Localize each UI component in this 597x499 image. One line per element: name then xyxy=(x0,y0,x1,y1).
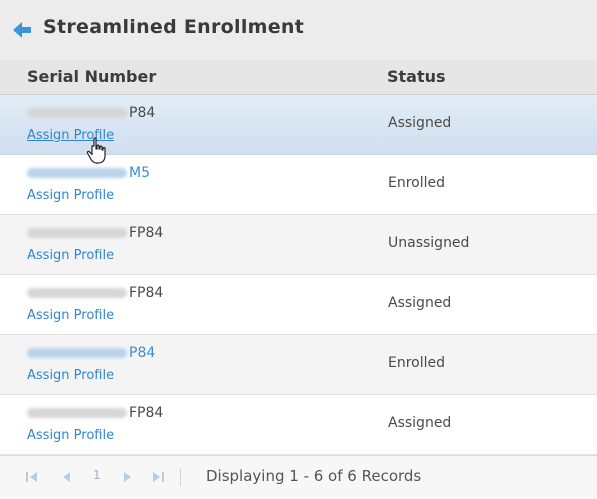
page-title: Streamlined Enrollment xyxy=(43,16,305,38)
redacted-serial xyxy=(27,347,127,358)
assign-profile-link[interactable]: Assign Profile xyxy=(27,248,114,263)
serial-number: P84 xyxy=(27,102,287,121)
pager-status-text: Displaying 1 - 6 of 6 Records xyxy=(206,467,422,485)
assign-profile-link[interactable]: Assign Profile xyxy=(27,428,114,443)
redacted-serial xyxy=(27,167,127,178)
status-cell: Assigned xyxy=(388,295,452,311)
redacted-serial xyxy=(27,227,127,238)
serial-suffix: FP84 xyxy=(129,404,164,421)
next-page-icon[interactable] xyxy=(123,470,133,484)
redacted-serial xyxy=(27,107,127,118)
serial-number: FP84 xyxy=(27,402,287,421)
redacted-serial xyxy=(27,287,127,298)
assign-profile-link[interactable]: Assign Profile xyxy=(27,308,114,323)
table-header: Serial Number Status xyxy=(0,60,597,95)
column-header-status[interactable]: Status xyxy=(387,67,446,86)
current-page-number[interactable]: 1 xyxy=(93,468,101,482)
serial-suffix: M5 xyxy=(129,164,150,181)
column-header-serial-number[interactable]: Serial Number xyxy=(27,67,156,86)
pagination-bar: 1 Displaying 1 - 6 of 6 Records xyxy=(0,455,597,499)
first-page-icon[interactable] xyxy=(25,470,39,484)
streamlined-enrollment-panel: Streamlined Enrollment Serial Number Sta… xyxy=(0,0,597,499)
assign-profile-link[interactable]: Assign Profile xyxy=(27,188,114,203)
status-cell: Assigned xyxy=(388,115,452,131)
table-row[interactable]: P84 Assign Profile Enrolled xyxy=(0,335,597,395)
pager-separator xyxy=(180,468,181,486)
assign-profile-link[interactable]: Assign Profile xyxy=(27,368,114,383)
table-row[interactable]: FP84 Assign Profile Assigned xyxy=(0,395,597,455)
serial-suffix: P84 xyxy=(129,104,156,121)
serial-number: M5 xyxy=(27,162,287,181)
serial-number: FP84 xyxy=(27,222,287,241)
status-cell: Enrolled xyxy=(388,175,446,191)
serial-suffix: P84 xyxy=(129,344,156,361)
table-row[interactable]: FP84 Assign Profile Assigned xyxy=(0,275,597,335)
serial-number: FP84 xyxy=(27,282,287,301)
arrow-left-icon[interactable] xyxy=(12,20,32,40)
table-row[interactable]: FP84 Assign Profile Unassigned xyxy=(0,215,597,275)
status-cell: Unassigned xyxy=(388,235,470,251)
status-cell: Enrolled xyxy=(388,355,446,371)
serial-suffix: FP84 xyxy=(129,284,164,301)
serial-suffix: FP84 xyxy=(129,224,164,241)
redacted-serial xyxy=(27,407,127,418)
serial-number: P84 xyxy=(27,342,287,361)
status-cell: Assigned xyxy=(388,415,452,431)
hand-cursor-icon xyxy=(86,137,106,164)
last-page-icon[interactable] xyxy=(151,470,165,484)
title-bar: Streamlined Enrollment xyxy=(0,0,597,60)
previous-page-icon[interactable] xyxy=(61,470,71,484)
